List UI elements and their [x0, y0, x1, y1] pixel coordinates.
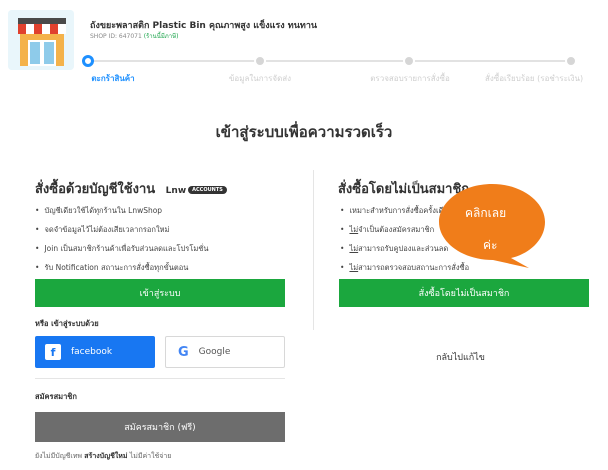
step-label-cart[interactable]: ตะกร้าสินค้า	[58, 72, 168, 85]
lnw-brand-text: Lnw	[165, 186, 187, 196]
register-section-label: สมัครสมาชิก	[35, 392, 77, 401]
facebook-button-label: facebook	[71, 347, 113, 357]
facebook-icon: f	[45, 344, 61, 360]
storefront-icon	[8, 10, 74, 70]
callout-text-line2: ค่ะ	[483, 238, 498, 252]
shop-id-text: SHOP ID: 647071	[90, 33, 142, 40]
facebook-login-button[interactable]: f facebook	[35, 336, 155, 368]
page-title: เข้าสู่ระบบเพื่อความรวดเร็ว	[215, 123, 393, 141]
step-label-review: ตรวจสอบรายการสั่งซื้อ	[370, 74, 450, 83]
footnote-prefix: ยังไม่มีบัญชีเทพ	[35, 452, 83, 460]
google-icon: G	[178, 344, 189, 360]
panel-divider	[313, 170, 314, 330]
shop-logo	[8, 10, 74, 70]
register-button[interactable]: สมัครสมาชิก (ฟรี)	[35, 412, 285, 442]
member-benefits-list: บัญชีเดียวใช้ได้ทุกร้านใน LnwShop จดจำข้…	[35, 205, 209, 281]
divider	[35, 378, 285, 379]
list-item: Join เป็นสมาชิกร้านค้าเพื่อรับส่วนลดและโ…	[35, 243, 208, 262]
back-to-edit-link[interactable]: กลับไปแก้ไข	[313, 350, 608, 364]
list-item: จดจำข้อมูลไว้ไม่ต้องเสียเวลากรอกใหม่	[35, 224, 209, 243]
step-dot-cart	[82, 55, 94, 67]
shop-verified-text: (ร้านนี้มีภาษี)	[143, 33, 179, 40]
list-item: บัญชีเดียวใช้ได้ทุกร้านใน LnwShop	[35, 205, 209, 224]
shop-name: ถังขยะพลาสติก Plastic Bin คุณภาพสูง แข็ง…	[90, 21, 318, 31]
step-dot-complete	[565, 55, 577, 67]
step-label-complete: สั่งซื้อเรียบร้อย (รอชำระเงิน)	[485, 74, 584, 83]
login-button[interactable]: เข้าสู่ระบบ	[35, 279, 285, 307]
step-label-shipping: ข้อมูลในการจัดส่ง	[228, 74, 292, 83]
callout-bubble	[439, 184, 545, 268]
member-panel-title: สั่งซื้อด้วยบัญชีใช้งาน Lnw ACCOUNTS	[35, 178, 227, 199]
guest-order-button[interactable]: สั่งซื้อโดยไม่เป็นสมาชิก	[339, 279, 589, 307]
create-account-link[interactable]: สร้างบัญชีใหม่	[84, 452, 127, 460]
google-login-button[interactable]: G Google	[165, 336, 285, 368]
google-button-label: Google	[198, 347, 231, 357]
shop-id: SHOP ID: 647071 (ร้านนี้มีภาษี)	[90, 31, 178, 41]
register-footnote: ยังไม่มีบัญชีเทพ สร้างบัญชีใหม่ ไม่มีค่า…	[35, 451, 171, 462]
social-login-label: หรือ เข้าสู่ระบบด้วย	[35, 319, 99, 328]
callout-text-line1: คลิกเลย	[465, 206, 507, 220]
progress-track	[88, 60, 570, 62]
accounts-badge-text: ACCOUNTS	[188, 185, 227, 194]
member-title-text: สั่งซื้อด้วยบัญชีใช้งาน	[35, 182, 156, 197]
step-dot-shipping	[254, 55, 266, 67]
footnote-suffix: ไม่มีค่าใช้จ่าย	[129, 452, 172, 460]
step-dot-review	[403, 55, 415, 67]
lnw-accounts-badge: Lnw ACCOUNTS	[166, 182, 227, 197]
